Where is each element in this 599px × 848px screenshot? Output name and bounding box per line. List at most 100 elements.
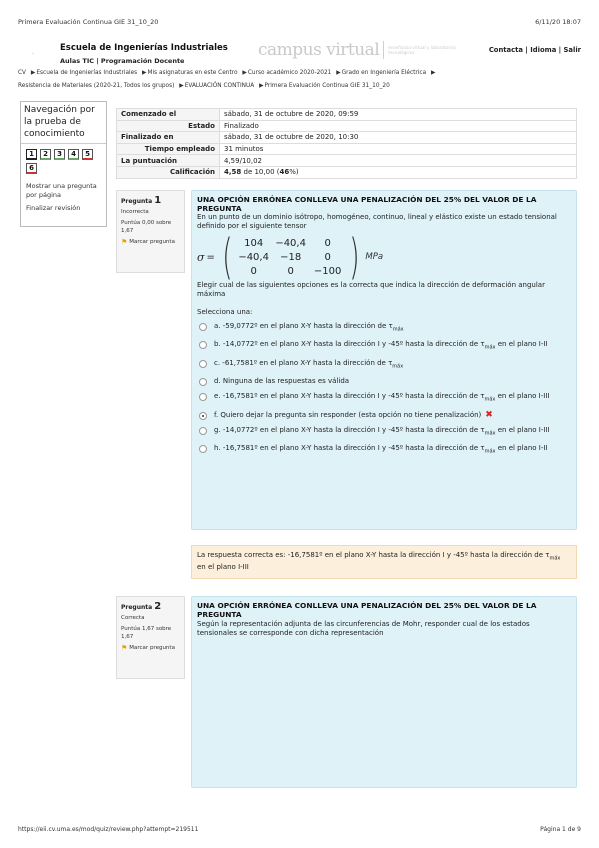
matrix-cell: −40,4 [238,251,269,263]
nav-question-5[interactable]: 5 [82,149,93,160]
answer-radio-selected[interactable] [199,411,207,420]
question-label: Pregunta [121,604,153,611]
unit-label: MPa [365,252,384,262]
option-subscript: máx [484,448,496,455]
answer-option: a. -59,0772º en el plano X-Y hasta la di… [197,322,571,334]
question-number-value: 2 [154,601,162,612]
print-header: Primera Evaluación Continua GIE 31_10_20… [18,18,581,26]
answer-radio[interactable] [199,341,207,350]
matrix-cell: −18 [280,251,302,263]
summary-row-finished: Finalizado en sábado, 31 de octubre de 2… [116,131,577,144]
grade-percent: 46 [279,168,290,177]
nav-question-6[interactable]: 6 [26,163,37,174]
option-text-tail: en el plano I-II [495,340,548,349]
question-2-info: Pregunta 2 Correcta Puntúa 1,67 sobre 1,… [116,596,185,679]
school-name[interactable]: Escuela de Ingenierías Industriales [60,43,228,53]
matrix-cell: 0 [324,251,331,263]
option-text: h. -16,7581º en el plano X-Y hasta la di… [214,443,485,452]
question-state: Incorrecta [121,209,149,215]
top-links[interactable]: Contacta | Idioma | Salir [489,46,581,54]
flag-question-label: Marcar pregunta [129,645,175,651]
page-url: https://eii.cv.uma.es/mod/quiz/review.ph… [18,826,199,833]
summary-row-state: Estado Finalizado [116,119,577,133]
quiz-navigation-block: Navegación por la prueba de conocimiento… [20,101,107,227]
question-number: Pregunta 1 [121,195,180,206]
breadcrumb-item[interactable]: CV [18,70,26,76]
breadcrumb-arrow-icon: ▶ [142,70,147,76]
answer-option: g. -14,0772º en el plano X-Y hasta la di… [197,426,571,438]
breadcrumb-item[interactable]: Grado en Ingeniería Eléctrica [342,70,426,76]
breadcrumb-item[interactable]: Primera Evaluación Continua GIE 31_10_20 [265,83,390,89]
question-grade: Puntúa 1,67 sobre 1,67 [121,626,172,640]
finish-review-link[interactable]: Finalizar revisión [21,204,106,212]
grade-value: 4,58 [224,168,242,177]
breadcrumb-item[interactable]: Mis asignaturas en este Centro [148,70,238,76]
logo-separator [383,41,385,59]
summary-value: Finalizado [219,119,577,133]
answer-radio[interactable] [199,359,207,368]
option-text: a. -59,0772º en el plano X-Y hasta la di… [214,322,393,330]
feedback-text-tail: en el plano I-III [197,563,249,572]
campus-virtual-logo[interactable]: campus virtual enseñanza virtual y labor… [258,40,462,60]
answer-option-text: h. -16,7581º en el plano X-Y hasta la di… [214,444,559,456]
question-intro: En un punto de un dominio isótropo, homo… [197,213,557,230]
option-subscript: máx [484,429,496,436]
matrix-cell: 0 [287,265,294,277]
question-grade: Puntúa 0,00 sobre 1,67 [121,220,172,234]
breadcrumb-item[interactable]: Escuela de Ingenierías Industriales [36,70,137,76]
flag-question-toggle[interactable]: ⚑ Marcar pregunta [121,645,180,652]
breadcrumb-item[interactable]: Curso académico 2020-2021 [248,70,331,76]
breadcrumb-arrow-icon: ▶ [30,70,36,76]
answer-radio[interactable] [199,393,207,402]
answer-option-text: g. -14,0772º en el plano X-Y hasta la di… [214,426,559,438]
left-bracket: ( [222,229,233,285]
feedback-text: La respuesta correcta es: -16,7581º en e… [197,551,550,559]
question-title: UNA OPCIÓN ERRÓNEA CONLLEVA UNA PENALIZA… [197,601,537,619]
nav-question-4[interactable]: 4 [68,149,79,160]
show-one-page-link[interactable]: Mostrar una pregunta por página [21,182,101,200]
answer-option: h. -16,7581º en el plano X-Y hasta la di… [197,444,571,456]
breadcrumb-arrow-icon: ▶ [336,70,341,76]
breadcrumb-line-1: CV ▶Escuela de Ingenierías Industriales … [18,67,581,80]
breadcrumb-item[interactable]: Resistencia de Materiales (2020-21, Todo… [18,83,174,89]
breadcrumb-arrow-icon: ▶ [430,70,436,76]
option-text: e. -16,7581º en el plano X-Y hasta la di… [214,392,485,401]
option-subscript: máx [392,363,404,370]
answer-option: b. -14,0772º en el plano X-Y hasta la di… [197,340,571,352]
answer-radio[interactable] [199,426,207,435]
breadcrumb-arrow-icon: ▶ [259,83,264,89]
breadcrumb-arrow-icon: ▶ [179,83,184,89]
nav-question-2[interactable]: 2 [40,149,51,160]
answer-radio[interactable] [199,323,207,331]
answer-radio[interactable] [199,444,207,453]
select-one-label: Selecciona una: [197,308,253,316]
stress-tensor: σ = ( 104 −40,4 0 −40,4 −18 0 0 0 −100 )… [197,233,571,281]
flag-question-label: Marcar pregunta [129,239,175,245]
question-1-info: Pregunta 1 Incorrecta Puntúa 0,00 sobre … [116,190,185,273]
incorrect-cross-icon: ✖ [485,409,493,420]
question-prompt: Elegir cual de las siguientes opciones e… [197,281,545,298]
summary-row-grade: Calificación 4,58 de 10,00 (46%) [116,165,577,179]
matrix-cell: −40,4 [275,237,306,249]
matrix-cell: 104 [244,237,264,249]
summary-label: Tiempo empleado [116,142,220,156]
logo-subtitle: enseñanza virtual y laboratorios tecnoló… [388,45,456,55]
option-subscript: máx [484,396,496,403]
summary-row-started: Comenzado el sábado, 31 de octubre de 20… [116,108,577,121]
answer-option-text: b. -14,0772º en el plano X-Y hasta la di… [214,340,559,352]
answer-option-selected: f. Quiero dejar la pregunta sin responde… [197,409,571,420]
aulas-tic-links[interactable]: Aulas TIC | Programación Docente [60,57,184,65]
matrix-cell: 0 [250,265,257,277]
answer-option-text: e. -16,7581º en el plano X-Y hasta la di… [214,392,559,404]
answer-radio[interactable] [199,378,207,387]
question-label: Pregunta [121,198,153,205]
question-1-content: UNA OPCIÓN ERRÓNEA CONLLEVA UNA PENALIZA… [191,190,577,530]
question-title: UNA OPCIÓN ERRÓNEA CONLLEVA UNA PENALIZA… [197,195,537,213]
breadcrumb-item[interactable]: EVALUACIÓN CONTINUA [185,83,255,89]
nav-question-1[interactable]: 1 [26,149,37,160]
summary-label: Finalizado en [116,131,220,144]
flag-question-toggle[interactable]: ⚑ Marcar pregunta [121,239,180,246]
option-text: g. -14,0772º en el plano X-Y hasta la di… [214,425,485,434]
nav-question-3[interactable]: 3 [54,149,65,160]
breadcrumb-line-2: Resistencia de Materiales (2020-21, Todo… [18,80,581,93]
